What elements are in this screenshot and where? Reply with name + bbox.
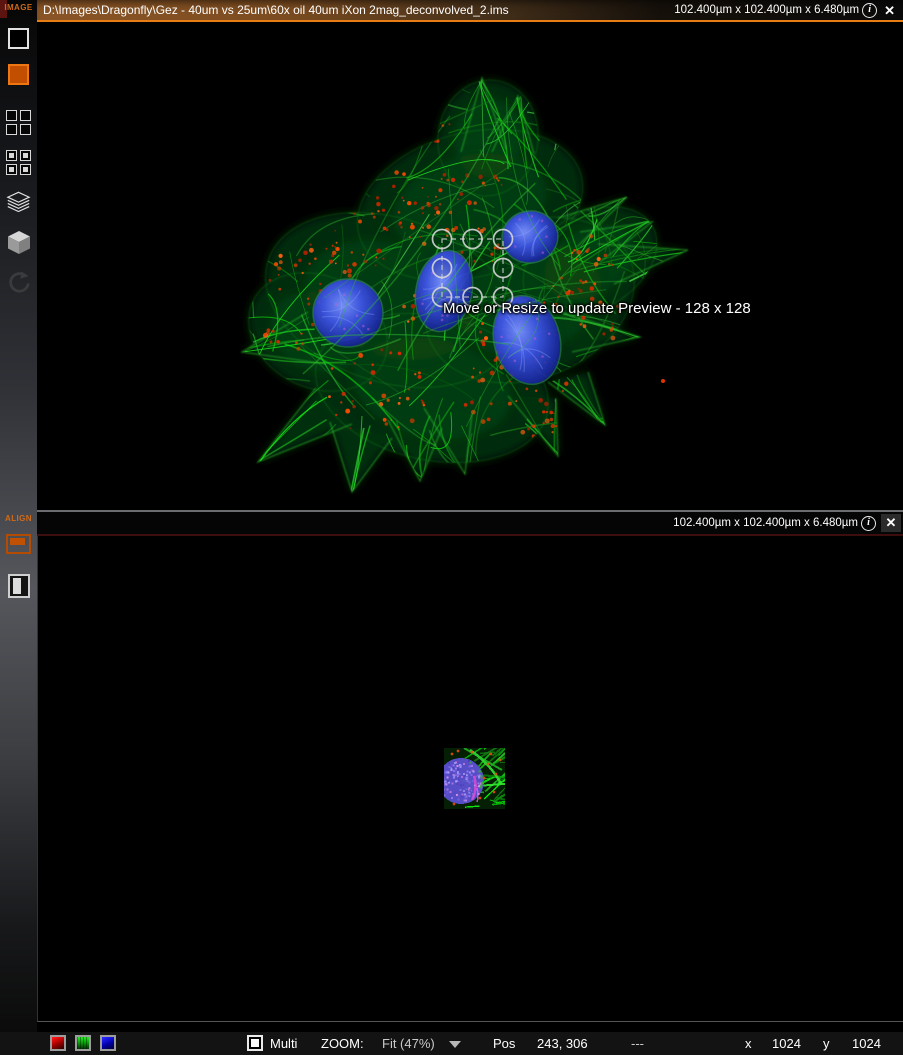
x-label: x — [745, 1032, 752, 1055]
y-label: y — [823, 1032, 830, 1055]
preview-crop-image — [444, 748, 505, 809]
align-section-label: ALIGN — [0, 514, 37, 523]
green-channel-swatch[interactable] — [75, 1035, 91, 1051]
multi-checkbox[interactable] — [247, 1035, 263, 1051]
blue-channel-swatch[interactable] — [100, 1035, 116, 1051]
align-horizontal-icon — [6, 534, 31, 554]
viewer1-file-path: D:\Images\Dragonfly\Gez - 40um vs 25um\6… — [37, 3, 674, 17]
align-vertical-button[interactable] — [6, 574, 31, 598]
rotate-view-button[interactable] — [6, 268, 31, 295]
single-view-icon — [8, 28, 29, 49]
view-multi-grid-button[interactable] — [6, 150, 31, 175]
viewer1-image-canvas[interactable]: Move or Resize to update Preview - 128 x… — [37, 22, 903, 510]
cube-3d-button[interactable] — [6, 230, 31, 255]
view-single-active-button[interactable] — [6, 64, 31, 85]
close-icon[interactable]: ✕ — [882, 4, 903, 17]
info-icon[interactable]: i — [861, 516, 876, 531]
viewer1-dimensions: 102.400µm x 102.400µm x 6.480µm — [674, 4, 859, 16]
close-icon[interactable]: ✕ — [881, 514, 901, 532]
x-value: 1024 — [772, 1032, 801, 1055]
pos-value: 243, 306 — [537, 1032, 588, 1055]
red-channel-swatch[interactable] — [50, 1035, 66, 1051]
viewer2-dimensions: 102.400µm x 102.400µm x 6.480µm — [673, 517, 858, 529]
y-value: 1024 — [852, 1032, 881, 1055]
viewer2-titlebar[interactable]: 102.400µm x 102.400µm x 6.480µm i ✕ — [37, 510, 903, 536]
cube-3d-icon — [7, 230, 31, 255]
pos-label: Pos — [493, 1032, 515, 1055]
layers-view-button[interactable] — [6, 190, 31, 216]
status-placeholder: --- — [631, 1032, 644, 1055]
preview-hint-text: Move or Resize to update Preview - 128 x… — [443, 300, 751, 317]
layers-icon — [6, 190, 31, 216]
view-single-button[interactable] — [6, 28, 31, 49]
viewer2-image-canvas[interactable] — [37, 536, 903, 1022]
chevron-down-icon[interactable] — [449, 1041, 461, 1048]
zoom-label: ZOOM: — [321, 1032, 364, 1055]
single-view-active-icon — [8, 64, 29, 85]
info-icon[interactable]: i — [862, 3, 877, 18]
view-quad-button[interactable] — [6, 110, 31, 135]
multi-label: Multi — [270, 1032, 297, 1055]
status-bar: Multi ZOOM: Fit (47%) Pos 243, 306 --- x… — [0, 1032, 903, 1055]
tool-sidebar: IMAGE — [0, 0, 37, 1032]
multi-grid-view-icon — [6, 150, 31, 175]
viewer1-titlebar[interactable]: D:\Images\Dragonfly\Gez - 40um vs 25um\6… — [37, 0, 903, 22]
microscopy-app-window: IMAGE — [0, 0, 903, 1055]
rotate-icon — [6, 268, 31, 295]
image-section-label: IMAGE — [0, 3, 37, 12]
zoom-value-dropdown[interactable]: Fit (47%) — [382, 1032, 435, 1055]
align-horizontal-button[interactable] — [6, 534, 31, 554]
align-vertical-icon — [8, 574, 30, 598]
quad-view-icon — [6, 110, 31, 135]
